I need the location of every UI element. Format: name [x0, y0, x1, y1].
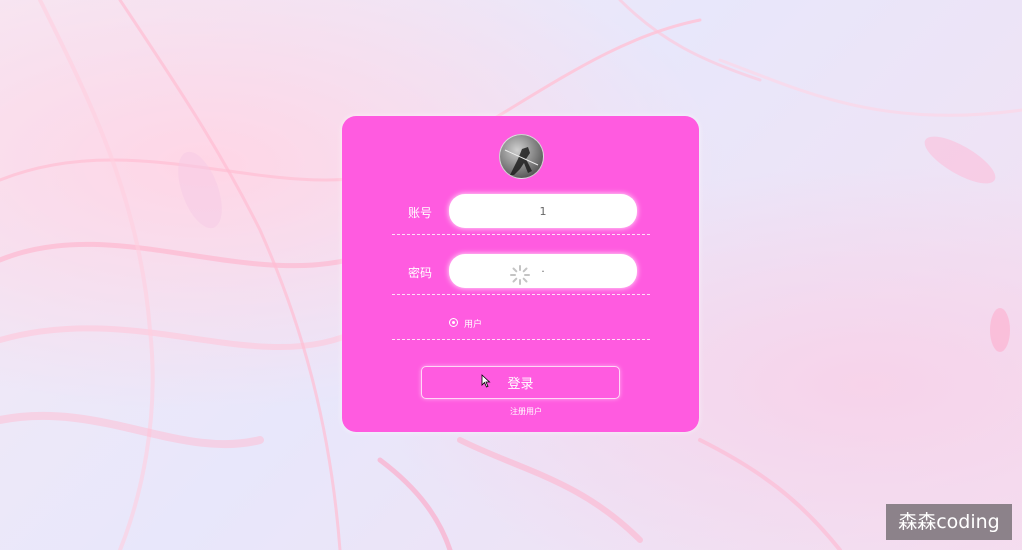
loading-spinner-icon [510, 265, 530, 285]
password-input[interactable] [449, 254, 637, 288]
password-label: 密码 [408, 266, 433, 280]
account-input[interactable] [449, 194, 637, 228]
account-label: 账号 [408, 206, 433, 220]
role-row [392, 301, 650, 340]
role-user-label: 用户 [464, 320, 483, 330]
watermark: 森森coding [886, 504, 1012, 540]
register-link[interactable]: 注册用户 [510, 406, 542, 417]
login-button[interactable]: 登录 [421, 366, 620, 399]
avatar [499, 134, 544, 179]
mouse-pointer-icon [481, 374, 491, 388]
role-user-radio[interactable] [449, 318, 458, 327]
